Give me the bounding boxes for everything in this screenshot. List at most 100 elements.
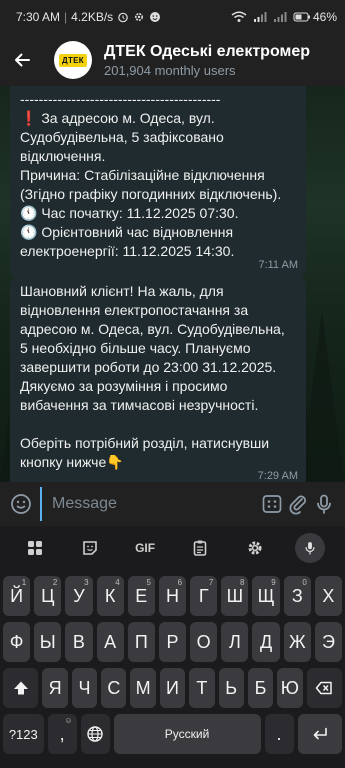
- symbols-label: ?123: [8, 726, 38, 742]
- keyboard-row-3: ЯЧСМИТЬБЮ: [0, 668, 345, 708]
- key-label: Ц: [41, 585, 55, 606]
- letter-key[interactable]: 8Ш: [221, 576, 249, 616]
- channel-avatar[interactable]: ДТЕК: [54, 41, 92, 79]
- letter-key[interactable]: Ь: [218, 668, 244, 708]
- key-label: Ф: [9, 631, 24, 652]
- keyboard-settings-button[interactable]: [227, 526, 282, 570]
- enter-key[interactable]: [297, 714, 342, 754]
- message-line: [20, 415, 296, 434]
- paperclip-icon: [289, 495, 306, 515]
- letter-key[interactable]: П: [127, 622, 155, 662]
- voice-record-button[interactable]: [311, 487, 337, 521]
- key-label: Г: [198, 585, 209, 606]
- message-time: 7:29 AM: [257, 470, 298, 482]
- letter-key[interactable]: С: [101, 668, 127, 708]
- attach-button[interactable]: [285, 487, 311, 521]
- letter-key[interactable]: 9Щ: [252, 576, 280, 616]
- space-key[interactable]: Русский: [113, 714, 261, 754]
- letter-key[interactable]: И: [159, 668, 186, 708]
- letter-key[interactable]: 4К: [96, 576, 124, 616]
- letter-key[interactable]: 5Е: [127, 576, 155, 616]
- letter-key[interactable]: О: [190, 622, 218, 662]
- gif-button[interactable]: GIF: [118, 526, 173, 570]
- backspace-icon: [316, 681, 333, 695]
- alarm-icon: [117, 11, 129, 23]
- message-line: Шановний клієнт! На жаль, для відновленн…: [20, 283, 289, 413]
- key-hint: 1: [21, 578, 27, 587]
- apps-button[interactable]: [8, 526, 63, 570]
- symbols-key[interactable]: ?123: [3, 714, 44, 754]
- settings-icon: [133, 11, 145, 23]
- chat-header: ДТЕК ДТЕК Одеські електромер 201,904 mon…: [0, 34, 345, 86]
- emoji-button[interactable]: [8, 487, 34, 521]
- clipboard-button[interactable]: [172, 526, 227, 570]
- key-label: Ь: [225, 677, 238, 698]
- comma-key[interactable]: ☺ ,: [47, 714, 77, 754]
- key-label: Л: [228, 631, 241, 652]
- letter-key[interactable]: Ф: [2, 622, 31, 662]
- message-line: Оберіть потрібний розділ, натиснувши кно…: [20, 435, 273, 470]
- letter-key[interactable]: 1Й: [2, 576, 31, 616]
- clipboard-icon: [193, 540, 207, 556]
- period-key[interactable]: .: [264, 714, 294, 754]
- key-hint: 6: [177, 578, 183, 587]
- channel-info[interactable]: ДТЕК Одеські електромер 201,904 monthly …: [104, 43, 345, 78]
- key-label: П: [134, 631, 148, 652]
- letter-key[interactable]: М: [130, 668, 156, 708]
- letter-key[interactable]: Ю: [277, 668, 303, 708]
- letter-key[interactable]: Ч: [71, 668, 98, 708]
- letter-key[interactable]: Я: [42, 668, 68, 708]
- microphone-icon: [317, 494, 331, 514]
- key-label: Ю: [280, 677, 299, 698]
- channel-subtitle: 201,904 monthly users: [104, 62, 236, 78]
- key-label: О: [196, 631, 211, 652]
- backspace-key[interactable]: [306, 668, 343, 708]
- letter-key[interactable]: Л: [221, 622, 249, 662]
- letter-key[interactable]: Т: [189, 668, 215, 708]
- letter-key[interactable]: Ы: [34, 622, 62, 662]
- apps-grid-icon: [28, 541, 43, 555]
- message-input-bar: [0, 482, 345, 526]
- key-label: Н: [166, 585, 179, 606]
- key-label: Х: [322, 585, 335, 606]
- letter-key[interactable]: 3У: [65, 576, 93, 616]
- key-label: С: [107, 677, 121, 698]
- key-hint: 4: [115, 578, 120, 587]
- wifi-icon: [231, 11, 247, 23]
- battery-icon: [293, 11, 311, 23]
- letter-key[interactable]: Д: [252, 622, 280, 662]
- key-label: М: [135, 677, 151, 698]
- key-label: Щ: [257, 585, 275, 606]
- key-label: Ж: [288, 631, 306, 652]
- key-hint: 3: [84, 578, 89, 587]
- letter-key[interactable]: Б: [247, 668, 274, 708]
- message-line: ❗ За адресою м. Одеса, вул. Судобудівель…: [20, 110, 228, 164]
- space-label: Русский: [164, 727, 210, 741]
- comma-label: ,: [59, 723, 65, 744]
- network-speed: 4.2KB/s: [71, 10, 114, 24]
- shift-key[interactable]: [2, 668, 39, 708]
- microphone-icon: [305, 542, 315, 555]
- letter-key[interactable]: В: [65, 622, 93, 662]
- message-bubble[interactable]: Шановний клієнт! На жаль, для відновленн…: [10, 276, 306, 482]
- back-button[interactable]: [0, 34, 44, 86]
- voice-typing-button[interactable]: [282, 526, 337, 570]
- message-input[interactable]: [40, 487, 259, 521]
- letter-key[interactable]: Э: [314, 622, 343, 662]
- enter-arrow-icon: [313, 727, 327, 740]
- sticker-button[interactable]: [63, 526, 118, 570]
- key-hint: 7: [208, 578, 214, 587]
- letter-key[interactable]: А: [96, 622, 124, 662]
- letter-key[interactable]: Р: [158, 622, 187, 662]
- letter-key[interactable]: 7Г: [190, 576, 218, 616]
- letter-key[interactable]: 0З: [283, 576, 311, 616]
- letter-key[interactable]: 6Н: [158, 576, 187, 616]
- language-key[interactable]: [80, 714, 110, 754]
- globe-icon: [87, 726, 103, 742]
- letter-key[interactable]: Х: [314, 576, 343, 616]
- letter-key[interactable]: 2Ц: [34, 576, 62, 616]
- chat-area[interactable]: ----------------------------------------…: [0, 86, 345, 482]
- bot-commands-button[interactable]: [259, 487, 285, 521]
- letter-key[interactable]: Ж: [283, 622, 311, 662]
- message-bubble[interactable]: ----------------------------------------…: [10, 86, 306, 279]
